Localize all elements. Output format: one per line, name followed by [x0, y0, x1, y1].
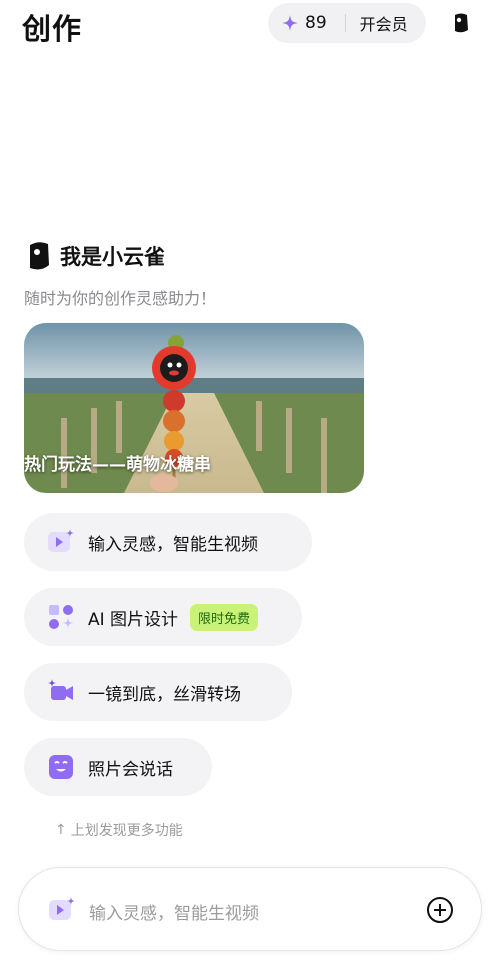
assistant-intro: 我是小云雀: [28, 241, 165, 271]
assistant-name: 我是小云雀: [60, 245, 165, 269]
lark-mascot-icon[interactable]: [452, 13, 470, 33]
swipe-up-hint: ↑ 上划发现更多功能: [55, 820, 183, 840]
prompt-input-bar[interactable]: 输入灵感，智能生视频: [18, 867, 482, 951]
plus-circle-icon[interactable]: [426, 896, 454, 924]
banner-caption: 热门玩法——萌物冰糖串: [24, 455, 211, 475]
video-spark-icon: [49, 897, 75, 920]
divider: [344, 14, 346, 32]
feature-label: AI 图片设计: [88, 609, 179, 630]
feature-label: 输入灵感，智能生视频: [88, 534, 258, 555]
page-title: 创作: [22, 12, 83, 46]
lark-mascot-icon: [30, 242, 49, 270]
image-design-icon: [49, 605, 74, 629]
video-spark-icon: [48, 529, 74, 552]
feature-label: 一镜到底，丝滑转场: [88, 684, 241, 705]
feature-one-take-transition[interactable]: 一镜到底，丝滑转场: [24, 663, 292, 721]
feature-label: 照片会说话: [88, 759, 173, 780]
featured-banner[interactable]: 热门玩法——萌物冰糖串: [24, 323, 364, 493]
feature-talking-photo[interactable]: 照片会说话: [24, 738, 212, 796]
feature-text-to-video[interactable]: 输入灵感，智能生视频: [24, 513, 312, 571]
talking-face-icon: [49, 755, 73, 779]
feature-ai-image-design[interactable]: AI 图片设计 限时免费: [24, 588, 302, 646]
free-badge: 限时免费: [190, 603, 259, 631]
sparkle-icon: [282, 15, 298, 31]
arrow-up-icon: ↑: [55, 822, 67, 838]
camera-spark-icon: [48, 679, 73, 700]
credits-count: 89: [305, 13, 327, 33]
vip-button[interactable]: 开会员: [360, 11, 408, 35]
assistant-tagline: 随时为你的创作灵感助力！: [24, 289, 217, 308]
credits-pill[interactable]: 89 开会员: [268, 3, 426, 43]
prompt-input[interactable]: 输入灵感，智能生视频: [89, 899, 259, 924]
swipe-hint-text: 上划发现更多功能: [70, 823, 183, 839]
